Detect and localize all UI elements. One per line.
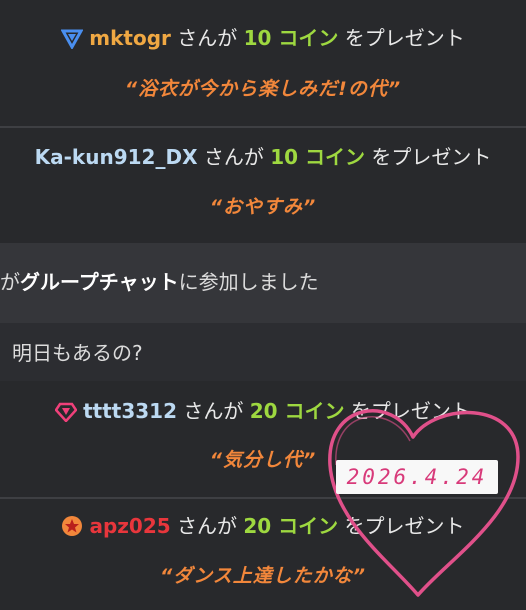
orange-star-rank-icon xyxy=(61,515,83,543)
present-text: をプレゼント xyxy=(344,514,465,538)
pink-gem-rank-icon xyxy=(54,402,78,428)
username[interactable]: tttt3312 xyxy=(83,399,177,423)
present-text: をプレゼント xyxy=(350,399,471,423)
coin-amount: 20 コイン xyxy=(249,399,345,423)
username[interactable]: mktogr xyxy=(89,26,171,50)
join-suffix: に参加しました xyxy=(178,270,319,294)
sanga-text: さんが xyxy=(203,145,264,169)
gift-announcement: Ka-kun912_DX さんが 10 コイン をプレゼント xyxy=(0,144,526,170)
gift-entry: mktogr さんが 10 コイン をプレゼント “浴衣が今から楽しみだ!の代” xyxy=(0,0,526,126)
gift-entry: apz025 さんが 20 コイン をプレゼント “ダンス上達したかな” xyxy=(0,499,526,610)
gift-announcement: mktogr さんが 10 コイン をプレゼント xyxy=(0,25,526,55)
gift-announcement: apz025 さんが 20 コイン をプレゼント xyxy=(0,513,526,543)
coin-amount: 10 コイン xyxy=(270,145,365,169)
gift-entry: Ka-kun912_DX さんが 10 コイン をプレゼント “おやすみ” xyxy=(0,128,526,242)
gift-message: “ダンス上達したかな” xyxy=(159,565,367,587)
sanga-text: さんが xyxy=(183,399,244,423)
sanga-text: さんが xyxy=(177,26,238,50)
sanga-text: さんが xyxy=(177,514,238,538)
gift-message: “おやすみ” xyxy=(209,196,317,218)
username[interactable]: apz025 xyxy=(89,514,170,538)
group-chat-label: グループチャット xyxy=(20,270,179,294)
gift-message: “浴衣が今から楽しみだ!の代” xyxy=(124,78,402,100)
chat-message-text: 明日もあるの? xyxy=(12,341,143,365)
chat-feed: mktogr さんが 10 コイン をプレゼント “浴衣が今から楽しみだ!の代”… xyxy=(0,0,526,610)
coin-amount: 10 コイン xyxy=(243,26,339,50)
blue-triangle-rank-icon xyxy=(60,29,84,55)
date-stamp: 2026.4.24 xyxy=(336,460,498,494)
system-notice: がグループチャットに参加しました xyxy=(0,243,526,323)
join-notice-text: がグループチャットに参加しました xyxy=(0,269,319,295)
present-text: をプレゼント xyxy=(371,145,492,169)
present-text: をプレゼント xyxy=(344,26,465,50)
coin-amount: 20 コイン xyxy=(243,514,339,538)
username[interactable]: Ka-kun912_DX xyxy=(35,145,198,169)
chat-message-row: 明日もあるの? xyxy=(0,323,526,381)
gift-announcement: tttt3312 さんが 20 コイン をプレゼント xyxy=(0,398,526,428)
join-prefix: が xyxy=(0,270,20,294)
